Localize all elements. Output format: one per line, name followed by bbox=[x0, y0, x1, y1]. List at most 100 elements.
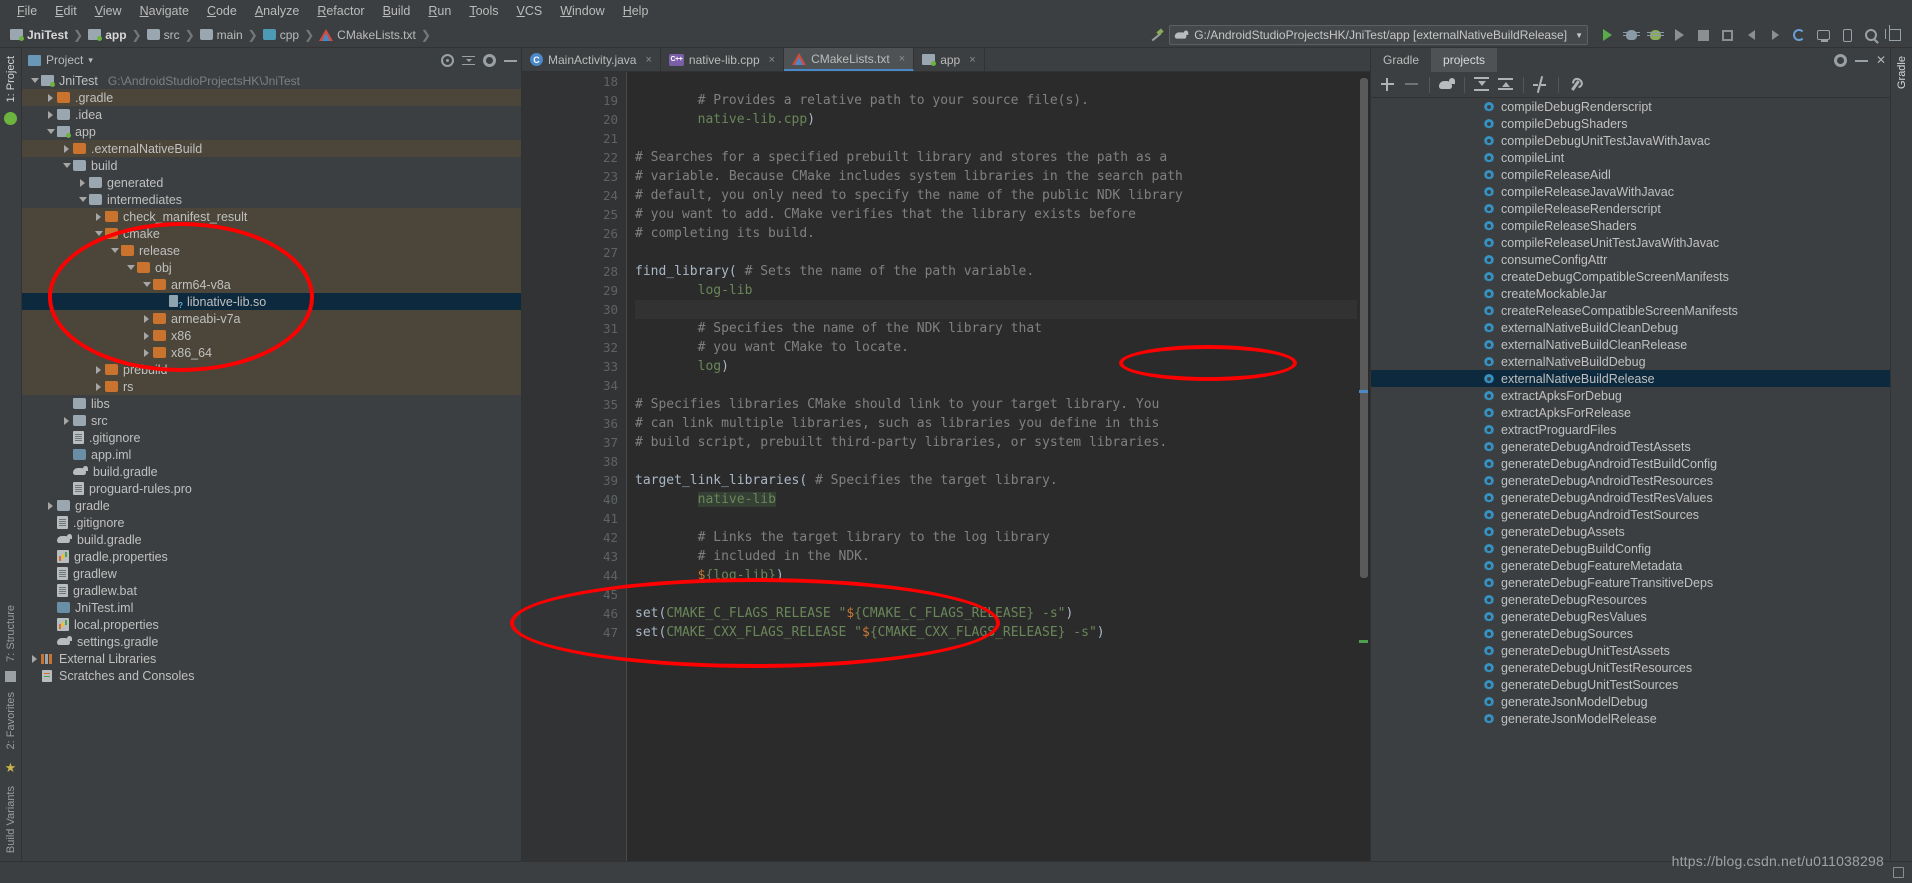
tree-item[interactable]: gradle bbox=[22, 497, 521, 514]
gradle-task-list[interactable]: compileDebugRenderscript compileDebugShad… bbox=[1371, 98, 1890, 861]
tree-item[interactable]: Scratches and Consoles bbox=[22, 667, 521, 684]
chevron-down-icon[interactable]: ▼ bbox=[1575, 31, 1583, 40]
gradle-task-item[interactable]: generateDebugAndroidTestBuildConfig bbox=[1371, 455, 1890, 472]
gradle-task-item[interactable]: compileReleaseUnitTestJavaWithJavac bbox=[1371, 234, 1890, 251]
gutter-row[interactable] bbox=[522, 224, 577, 243]
gradle-task-item[interactable]: generateDebugFeatureMetadata bbox=[1371, 557, 1890, 574]
gradle-task-item[interactable]: compileLint bbox=[1371, 149, 1890, 166]
gutter-row[interactable] bbox=[522, 395, 577, 414]
memory-indicator-icon[interactable] bbox=[1893, 867, 1904, 878]
editor-gutter[interactable] bbox=[522, 72, 577, 861]
gutter-row[interactable] bbox=[522, 414, 577, 433]
chevron-down-icon[interactable] bbox=[92, 231, 105, 236]
gutter-row[interactable] bbox=[522, 205, 577, 224]
expand-all-icon[interactable] bbox=[1471, 74, 1493, 96]
debug-icon[interactable] bbox=[1620, 24, 1642, 46]
gutter-row[interactable] bbox=[522, 338, 577, 357]
gradle-task-item[interactable]: externalNativeBuildCleanDebug bbox=[1371, 319, 1890, 336]
gutter-row[interactable] bbox=[522, 129, 577, 148]
gutter-row[interactable] bbox=[522, 566, 577, 585]
gutter-row[interactable] bbox=[522, 186, 577, 205]
chevron-down-icon[interactable] bbox=[140, 282, 153, 287]
hide-icon[interactable] bbox=[1854, 54, 1868, 67]
menu-item-file[interactable]: File bbox=[8, 2, 46, 20]
gradle-task-item[interactable]: generateDebugAndroidTestResValues bbox=[1371, 489, 1890, 506]
gradle-task-item[interactable]: compileDebugUnitTestJavaWithJavac bbox=[1371, 132, 1890, 149]
tree-item[interactable]: local.properties bbox=[22, 616, 521, 633]
make-project-icon[interactable] bbox=[1145, 24, 1167, 46]
add-icon[interactable] bbox=[1377, 74, 1399, 96]
tree-item[interactable]: JniTest G:\AndroidStudioProjectsHK\JniTes… bbox=[22, 72, 521, 89]
menu-item-navigate[interactable]: Navigate bbox=[131, 2, 198, 20]
gutter-row[interactable] bbox=[522, 319, 577, 338]
tree-item[interactable]: release bbox=[22, 242, 521, 259]
layout-icon[interactable] bbox=[1884, 24, 1906, 46]
gutter-row[interactable] bbox=[522, 433, 577, 452]
code-content[interactable]: # Provides a relative path to your sourc… bbox=[627, 72, 1357, 861]
tree-item[interactable]: x86_64 bbox=[22, 344, 521, 361]
tree-item[interactable]: .externalNativeBuild bbox=[22, 140, 521, 157]
gutter-row[interactable] bbox=[522, 376, 577, 395]
gradle-task-item[interactable]: consumeConfigAttr bbox=[1371, 251, 1890, 268]
chevron-down-icon[interactable] bbox=[76, 197, 89, 202]
gutter-row[interactable] bbox=[522, 623, 577, 642]
gradle-tab-projects[interactable]: projects bbox=[1431, 48, 1498, 72]
run-icon[interactable] bbox=[1596, 24, 1618, 46]
toggle-offline-icon[interactable] bbox=[1530, 74, 1552, 96]
tree-item[interactable]: check_manifest_result bbox=[22, 208, 521, 225]
tree-item[interactable]: gradlew.bat bbox=[22, 582, 521, 599]
chevron-right-icon[interactable] bbox=[44, 501, 57, 510]
gradle-task-item[interactable]: generateDebugAndroidTestAssets bbox=[1371, 438, 1890, 455]
gradle-task-item[interactable]: generateJsonModelRelease bbox=[1371, 710, 1890, 727]
gradle-task-item[interactable]: generateDebugAssets bbox=[1371, 523, 1890, 540]
menu-item-code[interactable]: Code bbox=[198, 2, 246, 20]
tree-item[interactable]: .gitignore bbox=[22, 514, 521, 531]
tree-item[interactable]: rs bbox=[22, 378, 521, 395]
editor-tab-native-lib-cpp[interactable]: C++ native-lib.cpp × bbox=[661, 48, 785, 71]
back-icon[interactable] bbox=[1740, 24, 1762, 46]
settings-icon[interactable] bbox=[483, 53, 496, 67]
gradle-task-item[interactable]: compileReleaseShaders bbox=[1371, 217, 1890, 234]
chevron-right-icon[interactable] bbox=[60, 144, 73, 153]
avd-manager-icon[interactable] bbox=[1812, 24, 1834, 46]
gutter-row[interactable] bbox=[522, 471, 577, 490]
gutter-row[interactable] bbox=[522, 72, 577, 91]
tree-item[interactable]: app bbox=[22, 123, 521, 140]
sidebar-tab-structure[interactable]: 7: Structure bbox=[5, 601, 17, 666]
sync-gradle-icon[interactable] bbox=[1788, 24, 1810, 46]
gradle-task-item[interactable]: compileDebugShaders bbox=[1371, 115, 1890, 132]
gradle-task-item[interactable]: generateDebugFeatureTransitiveDeps bbox=[1371, 574, 1890, 591]
tree-item[interactable]: External Libraries bbox=[22, 650, 521, 667]
gutter-row[interactable] bbox=[522, 585, 577, 604]
editor-tab-cmakelists-txt[interactable]: CMakeLists.txt × bbox=[784, 48, 915, 71]
tree-item[interactable]: cmake bbox=[22, 225, 521, 242]
gradle-task-item[interactable]: externalNativeBuildRelease bbox=[1371, 370, 1890, 387]
sidebar-tab-build-variants[interactable]: Build Variants bbox=[5, 782, 17, 857]
tree-item[interactable]: obj bbox=[22, 259, 521, 276]
chevron-right-icon[interactable] bbox=[140, 331, 153, 340]
execute-gradle-task-icon[interactable] bbox=[1436, 74, 1458, 96]
gradle-task-item[interactable]: generateDebugUnitTestResources bbox=[1371, 659, 1890, 676]
tree-item[interactable]: proguard-rules.pro bbox=[22, 480, 521, 497]
tree-item[interactable]: gradlew bbox=[22, 565, 521, 582]
close-icon[interactable]: × bbox=[899, 53, 905, 65]
gutter-row[interactable] bbox=[522, 300, 577, 319]
gradle-task-item[interactable]: extractApksForDebug bbox=[1371, 387, 1890, 404]
sidebar-tab-project[interactable]: 1: Project bbox=[5, 52, 17, 106]
gradle-task-item[interactable]: generateDebugUnitTestAssets bbox=[1371, 642, 1890, 659]
gutter-row[interactable] bbox=[522, 604, 577, 623]
android-robot-icon[interactable] bbox=[4, 112, 17, 126]
tree-item[interactable]: .gitignore bbox=[22, 429, 521, 446]
tree-item[interactable]: app.iml bbox=[22, 446, 521, 463]
menu-item-vcs[interactable]: VCS bbox=[508, 2, 552, 20]
breadcrumb-item-cmakelists-txt[interactable]: CMakeLists.txt bbox=[319, 28, 416, 42]
chevron-right-icon[interactable] bbox=[28, 654, 41, 663]
gradle-task-item[interactable]: compileDebugRenderscript bbox=[1371, 98, 1890, 115]
gradle-task-item[interactable]: createMockableJar bbox=[1371, 285, 1890, 302]
menu-item-window[interactable]: Window bbox=[551, 2, 613, 20]
gutter-row[interactable] bbox=[522, 148, 577, 167]
search-icon[interactable] bbox=[1860, 24, 1882, 46]
close-icon[interactable]: × bbox=[969, 54, 975, 66]
chevron-right-icon[interactable] bbox=[60, 416, 73, 425]
gradle-task-item[interactable]: generateDebugResources bbox=[1371, 591, 1890, 608]
